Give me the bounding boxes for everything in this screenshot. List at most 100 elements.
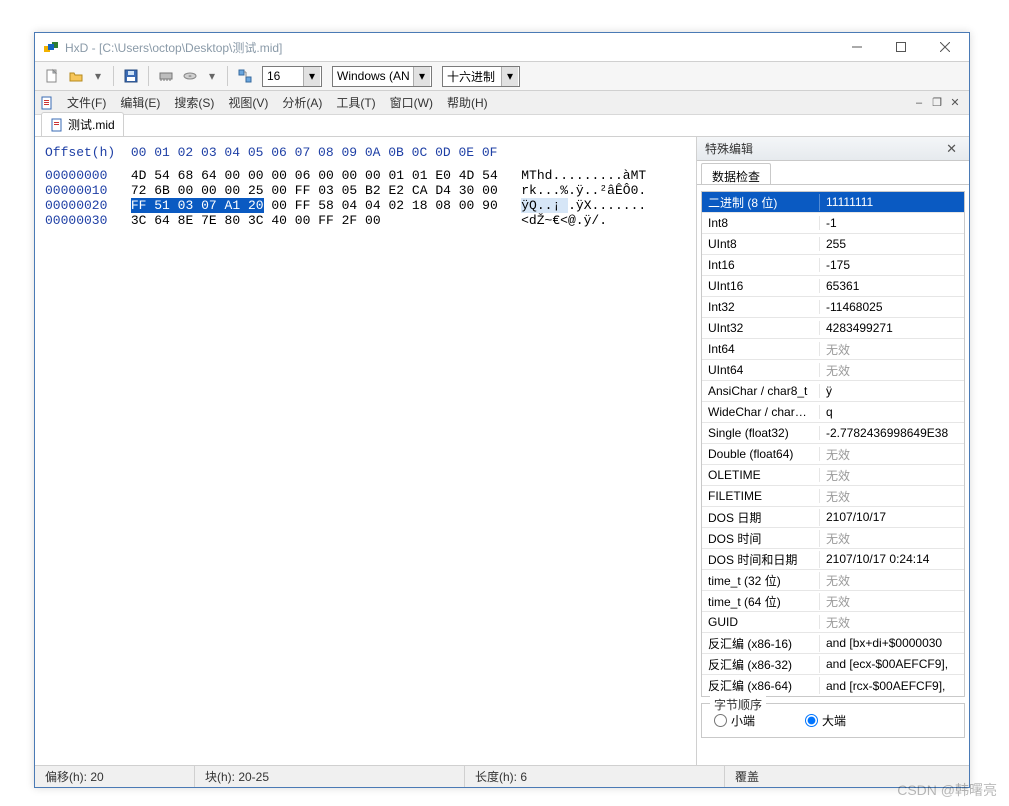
menu-view[interactable]: 视图(V) — [222, 91, 274, 114]
ascii-char[interactable]: . — [607, 168, 615, 183]
chevron-down-icon[interactable]: ▾ — [501, 67, 518, 86]
chevron-down-icon[interactable]: ▾ — [303, 67, 320, 86]
big-endian-radio[interactable]: 大端 — [805, 712, 846, 729]
hex-byte[interactable]: 04 — [342, 198, 358, 213]
ram-button[interactable] — [155, 65, 177, 87]
hex-byte[interactable]: 00 — [271, 168, 287, 183]
mdi-minimize-icon[interactable]: – — [911, 95, 927, 111]
menu-help[interactable]: 帮助(H) — [441, 91, 494, 114]
ascii-char[interactable]: d — [529, 213, 537, 228]
inspector-row[interactable]: FILETIME无效 — [702, 486, 964, 507]
inspector-row[interactable]: 二进制 (8 位)11111111 — [702, 192, 964, 213]
inspector-row[interactable]: GUID无效 — [702, 612, 964, 633]
new-file-button[interactable] — [41, 65, 63, 87]
ascii-char[interactable]: . — [576, 213, 584, 228]
hex-byte[interactable]: 06 — [295, 168, 311, 183]
inspector-row[interactable]: UInt324283499271 — [702, 318, 964, 339]
hex-byte[interactable]: 4D — [131, 168, 147, 183]
hex-byte[interactable]: 00 — [342, 168, 358, 183]
inspector-row[interactable]: 反汇编 (x86-32)and [ecx-$00AEFCF9], — [702, 654, 964, 675]
mdi-restore-icon[interactable]: ❐ — [929, 95, 945, 111]
hex-byte[interactable]: 54 — [154, 168, 170, 183]
ascii-char[interactable]: . — [568, 183, 576, 198]
toggle-addr-button[interactable] — [234, 65, 256, 87]
ascii-char[interactable]: . — [623, 198, 631, 213]
encoding-input[interactable] — [333, 67, 413, 86]
inspector-row[interactable]: Int8-1 — [702, 213, 964, 234]
close-button[interactable] — [923, 33, 967, 61]
open-file-button[interactable] — [65, 65, 87, 87]
ascii-char[interactable]: X — [584, 198, 592, 213]
ascii-char[interactable]: ÿ — [576, 183, 584, 198]
hex-byte[interactable]: E2 — [388, 183, 404, 198]
inspector-row[interactable]: DOS 日期2107/10/17 — [702, 507, 964, 528]
ascii-char[interactable]: . — [615, 198, 623, 213]
hex-byte[interactable]: FF — [318, 213, 334, 228]
hex-byte[interactable]: 8E — [178, 213, 194, 228]
hex-byte[interactable]: 64 — [201, 168, 217, 183]
ascii-char[interactable]: . — [599, 168, 607, 183]
hex-row[interactable]: 00000000 4D 54 68 64 00 00 00 06 00 00 0… — [45, 168, 686, 183]
ascii-char[interactable]: à — [623, 168, 631, 183]
hex-byte[interactable]: FF — [131, 198, 147, 213]
mdi-close-icon[interactable]: ✕ — [947, 95, 963, 111]
hex-byte[interactable]: 58 — [318, 198, 334, 213]
disk-button[interactable] — [179, 65, 201, 87]
hex-byte[interactable]: 18 — [412, 198, 428, 213]
hex-row[interactable]: 00000030 3C 64 8E 7E 80 3C 40 00 FF 2F 0… — [45, 213, 686, 228]
hex-byte[interactable]: 00 — [271, 198, 287, 213]
hex-byte[interactable]: FF — [295, 198, 311, 213]
hex-byte[interactable]: 03 — [178, 198, 194, 213]
ascii-char[interactable]: ÿ — [521, 198, 529, 213]
ascii-char[interactable]: < — [560, 213, 568, 228]
inspector-row[interactable]: DOS 时间无效 — [702, 528, 964, 549]
ascii-char[interactable]: . — [576, 168, 584, 183]
ascii-char[interactable]: . — [537, 198, 545, 213]
hex-byte[interactable]: 30 — [459, 183, 475, 198]
hex-byte[interactable]: FF — [295, 183, 311, 198]
panel-close-icon[interactable]: ✕ — [942, 141, 961, 157]
ascii-char[interactable]: Ô — [623, 183, 631, 198]
disk-dropdown[interactable]: ▾ — [203, 65, 221, 87]
save-button[interactable] — [120, 65, 142, 87]
hex-byte[interactable]: 3C — [248, 213, 264, 228]
ascii-char[interactable]: < — [521, 213, 529, 228]
ascii-char[interactable]: . — [537, 183, 545, 198]
inspector-row[interactable]: OLETIME无效 — [702, 465, 964, 486]
inspector-row[interactable]: Int32-11468025 — [702, 297, 964, 318]
hex-byte[interactable]: 03 — [318, 183, 334, 198]
hex-byte[interactable]: 02 — [388, 198, 404, 213]
hex-byte[interactable]: 00 — [365, 213, 381, 228]
ascii-char[interactable]: . — [568, 168, 576, 183]
bytes-per-row-combo[interactable]: ▾ — [262, 66, 322, 87]
titlebar[interactable]: HxD - [C:\Users\octop\Desktop\测试.mid] — [35, 33, 969, 61]
hex-byte[interactable]: 25 — [248, 183, 264, 198]
ascii-char[interactable]: â — [607, 183, 615, 198]
ascii-char[interactable]: h — [537, 168, 545, 183]
menu-analysis[interactable]: 分析(A) — [276, 91, 328, 114]
data-inspector-table[interactable]: 二进制 (8 位)11111111Int8-1UInt8255Int16-175… — [701, 191, 965, 697]
open-dropdown[interactable]: ▾ — [89, 65, 107, 87]
hex-row[interactable]: 00000020 FF 51 03 07 A1 20 00 FF 58 04 0… — [45, 198, 686, 213]
inspector-row[interactable]: WideChar / char16_tq — [702, 402, 964, 423]
hex-byte[interactable]: A1 — [225, 198, 241, 213]
inspector-row[interactable]: UInt8255 — [702, 234, 964, 255]
ascii-char[interactable]: . — [568, 198, 576, 213]
ascii-char[interactable]: T — [529, 168, 537, 183]
inspector-row[interactable]: Double (float64)无效 — [702, 444, 964, 465]
ascii-char[interactable]: ² — [599, 183, 607, 198]
inspector-row[interactable]: UInt1665361 — [702, 276, 964, 297]
menu-edit[interactable]: 编辑(E) — [114, 91, 166, 114]
tab-data-inspector[interactable]: 数据检查 — [701, 163, 771, 184]
ascii-char[interactable]: k — [529, 183, 537, 198]
hex-byte[interactable]: 04 — [365, 198, 381, 213]
minimize-button[interactable] — [835, 33, 879, 61]
ascii-char[interactable]: Ž — [537, 213, 545, 228]
hex-byte[interactable]: 08 — [435, 198, 451, 213]
ascii-char[interactable]: . — [584, 168, 592, 183]
hex-byte[interactable]: 4D — [459, 168, 475, 183]
chevron-down-icon[interactable]: ▾ — [413, 67, 430, 86]
hex-byte[interactable]: CA — [412, 183, 428, 198]
hex-byte[interactable]: 54 — [482, 168, 498, 183]
hex-byte[interactable]: 00 — [295, 213, 311, 228]
